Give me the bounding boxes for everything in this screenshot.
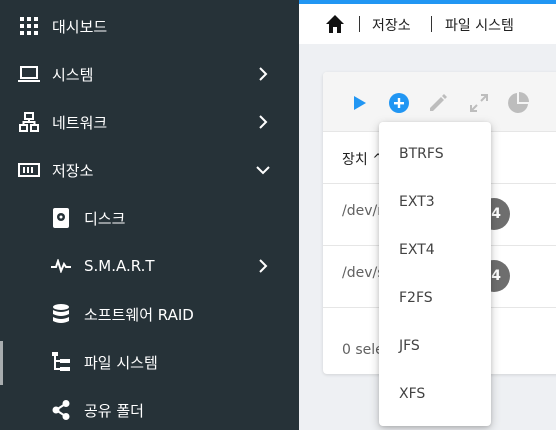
column-header-device[interactable]: 장치 ^ [342, 149, 384, 169]
filesystem-type-menu: BTRFS EXT3 EXT4 F2FS JFS XFS [379, 122, 491, 426]
sidebar-item-system[interactable]: 시스템 [0, 50, 299, 98]
sidebar-item-label: 저장소 [52, 161, 94, 180]
chevron-right-icon [256, 259, 270, 273]
database-icon [50, 303, 72, 325]
sidebar-item-network[interactable]: 네트워크 [0, 98, 299, 146]
sidebar-item-smart[interactable]: S.M.A.R.T [0, 242, 299, 290]
sidebar-item-shared-folders[interactable]: 공유 폴더 [0, 386, 299, 430]
more-tools-icon[interactable] [551, 92, 556, 114]
chevron-down-icon [256, 163, 270, 177]
sidebar-item-label: 시스템 [52, 65, 94, 84]
menu-item-ext3[interactable]: EXT3 [379, 178, 491, 226]
sidebar-item-file-systems[interactable]: 파일 시스템 [0, 338, 299, 386]
menu-item-btrfs[interactable]: BTRFS [379, 130, 491, 178]
dashboard-grid-icon [18, 15, 40, 37]
pie-chart-icon[interactable] [507, 92, 529, 114]
sidebar-item-label: 소프트웨어 RAID [84, 305, 194, 324]
sidebar: 대시보드 시스템 네트워크 저장소 디스크 S.M.A.R.T 소프트웨어 RA… [0, 0, 299, 430]
chevron-right-icon [256, 67, 270, 81]
breadcrumb: 저장소 파일 시스템 [299, 4, 556, 44]
sidebar-item-label: 디스크 [84, 209, 126, 228]
breadcrumb-separator [359, 16, 360, 32]
add-circle-icon[interactable] [388, 92, 410, 114]
sidebar-item-storage[interactable]: 저장소 [0, 146, 299, 194]
share-icon [50, 399, 72, 421]
sidebar-item-label: S.M.A.R.T [84, 257, 155, 275]
chevron-right-icon [256, 115, 270, 129]
sidebar-item-label: 네트워크 [52, 113, 108, 132]
disk-icon [50, 207, 72, 229]
selection-count: 0 sele [342, 342, 384, 358]
sidebar-item-label: 대시보드 [52, 17, 108, 36]
sidebar-item-label: 공유 폴더 [84, 401, 144, 420]
sidebar-item-dashboard[interactable]: 대시보드 [0, 2, 299, 50]
home-icon[interactable] [325, 14, 345, 34]
file-tree-icon [50, 351, 72, 373]
sidebar-item-software-raid[interactable]: 소프트웨어 RAID [0, 290, 299, 338]
breadcrumb-separator [431, 16, 432, 32]
sidebar-item-label: 파일 시스템 [84, 353, 158, 372]
sidebar-item-disks[interactable]: 디스크 [0, 194, 299, 242]
pulse-icon [50, 255, 72, 277]
breadcrumb-item-file-systems: 파일 시스템 [445, 18, 514, 34]
pencil-icon[interactable] [427, 92, 449, 114]
network-icon [18, 111, 40, 133]
menu-item-jfs[interactable]: JFS [379, 322, 491, 370]
expand-icon[interactable] [468, 92, 490, 114]
storage-icon [18, 159, 40, 181]
menu-item-f2fs[interactable]: F2FS [379, 274, 491, 322]
menu-item-xfs[interactable]: XFS [379, 370, 491, 418]
play-icon[interactable] [349, 92, 371, 114]
menu-item-ext4[interactable]: EXT4 [379, 226, 491, 274]
laptop-icon [18, 63, 40, 85]
breadcrumb-item-storage[interactable]: 저장소 [372, 15, 411, 35]
